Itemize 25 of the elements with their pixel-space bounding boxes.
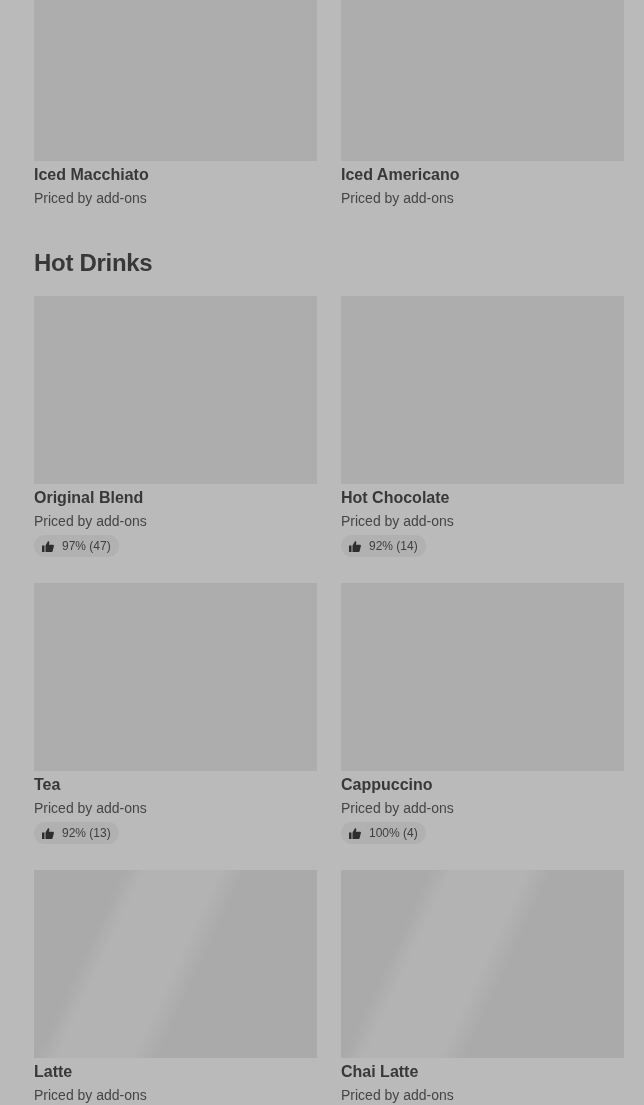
price-text: Priced by add-ons — [341, 799, 454, 818]
thumbs-up-icon — [42, 540, 54, 552]
item-name: Original Blend — [34, 488, 144, 508]
price-text: Priced by add-ons — [341, 1086, 454, 1105]
price-text: Priced by add-ons — [34, 512, 147, 531]
rating-text: 100% (4) — [369, 826, 418, 840]
rating-text: 92% (13) — [62, 826, 111, 840]
thumbs-up-icon — [42, 827, 54, 839]
price-text: Priced by add-ons — [34, 799, 147, 818]
price-text: Priced by add-ons — [34, 1086, 147, 1105]
item-name: Tea — [34, 775, 61, 795]
item-name: Latte — [34, 1062, 73, 1082]
rating-text: 97% (47) — [62, 539, 111, 553]
item-name: Iced Macchiato — [34, 165, 149, 185]
item-name: Iced Americano — [341, 165, 460, 185]
price-text: Priced by add-ons — [341, 189, 454, 208]
item-name: Cappuccino — [341, 775, 433, 795]
thumbs-up-icon — [349, 540, 361, 552]
thumbs-up-icon — [349, 827, 361, 839]
item-name: Hot Chocolate — [341, 488, 450, 508]
section-heading: Hot Drinks — [34, 248, 153, 278]
item-name: Chai Latte — [341, 1062, 419, 1082]
price-text: Priced by add-ons — [341, 512, 454, 531]
price-text: Priced by add-ons — [34, 189, 147, 208]
rating-text: 92% (14) — [369, 539, 418, 553]
